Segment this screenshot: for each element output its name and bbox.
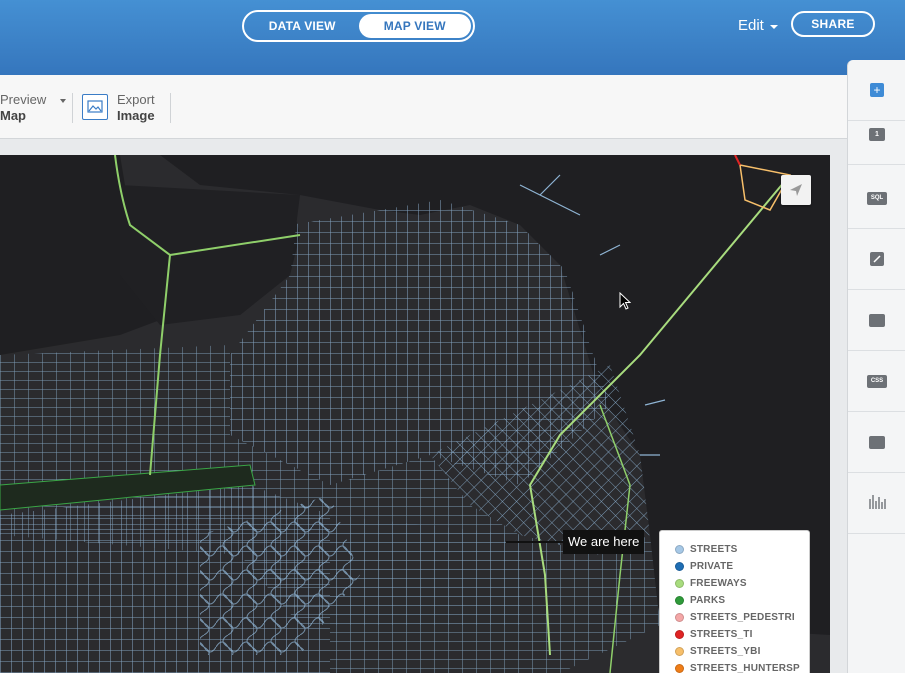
tooltip-pointer (506, 541, 563, 543)
legend-item: PARKS (675, 592, 809, 609)
right-sidebar: + 1 SQL CSS (847, 60, 905, 673)
image-icon[interactable] (82, 94, 108, 120)
legend-item: STREETS_YBI (675, 643, 809, 660)
wizard-icon (870, 252, 884, 266)
legend-item: STREETS_TI (675, 626, 809, 643)
legend-swatch (675, 613, 684, 622)
wizard-button[interactable] (848, 229, 905, 290)
legend-label: STREETS_PEDESTRI (690, 612, 795, 623)
export-image-label: Image (117, 108, 155, 123)
legend-swatch (675, 545, 684, 554)
data-view-tab[interactable]: DATA VIEW (246, 14, 359, 38)
top-bar: DATA VIEW MAP VIEW Edit SHARE (0, 0, 905, 75)
legend-label: STREETS_YBI (690, 646, 761, 657)
divider (72, 93, 73, 123)
filters-button[interactable] (848, 473, 905, 534)
map-legend: STREETS PRIVATE FREEWAYS PARKS STREETS_P… (659, 530, 810, 673)
legend-label: STREETS_HUNTERSP (690, 663, 800, 673)
export-label: Export (117, 92, 155, 107)
layer-1-icon: 1 (869, 127, 885, 141)
preview-map-button[interactable]: Preview Map (0, 92, 46, 124)
legend-icon (869, 435, 885, 449)
legend-item: STREETS_PEDESTRI (675, 609, 809, 626)
map-view-tab[interactable]: MAP VIEW (358, 14, 471, 38)
preview-label: Preview (0, 92, 47, 107)
legend-swatch (675, 647, 684, 656)
infowindow-button[interactable] (848, 290, 905, 351)
legend-label: FREEWAYS (690, 578, 747, 589)
sql-button[interactable]: SQL (848, 168, 905, 229)
view-toggle: DATA VIEW MAP VIEW (242, 10, 475, 42)
legend-swatch (675, 596, 684, 605)
layer-1-button[interactable]: 1 (848, 104, 905, 165)
preview-map-label: Map (0, 108, 26, 123)
add-layer-icon: + (870, 83, 884, 97)
legend-button[interactable] (848, 412, 905, 473)
chevron-down-icon (769, 24, 778, 29)
export-image-button[interactable]: Export Image (117, 92, 155, 124)
legend-label: STREETS (690, 544, 738, 555)
map-tooltip: We are here (563, 530, 645, 554)
legend-label: PRIVATE (690, 561, 734, 572)
legend-swatch (675, 562, 684, 571)
share-button[interactable]: SHARE (791, 11, 875, 37)
legend-swatch (675, 630, 684, 639)
legend-item: STREETS_HUNTERSP (675, 660, 809, 673)
filters-icon (868, 493, 886, 514)
css-icon: CSS (867, 374, 887, 388)
edit-label: Edit (738, 17, 764, 34)
css-button[interactable]: CSS (848, 351, 905, 412)
legend-item: FREEWAYS (675, 575, 809, 592)
legend-item: PRIVATE (675, 558, 809, 575)
map-toolbar: Preview Map Export Image (0, 75, 847, 139)
legend-swatch (675, 664, 684, 673)
chevron-down-icon[interactable] (60, 99, 66, 103)
mouse-cursor-icon (619, 291, 632, 315)
divider (170, 93, 171, 123)
edit-menu[interactable]: Edit (738, 17, 778, 34)
legend-item: STREETS (675, 541, 809, 558)
legend-swatch (675, 579, 684, 588)
sql-icon: SQL (867, 191, 887, 205)
infowindow-icon (869, 313, 885, 327)
legend-label: STREETS_TI (690, 629, 753, 640)
paper-plane-icon[interactable] (781, 175, 811, 205)
legend-label: PARKS (690, 595, 726, 606)
